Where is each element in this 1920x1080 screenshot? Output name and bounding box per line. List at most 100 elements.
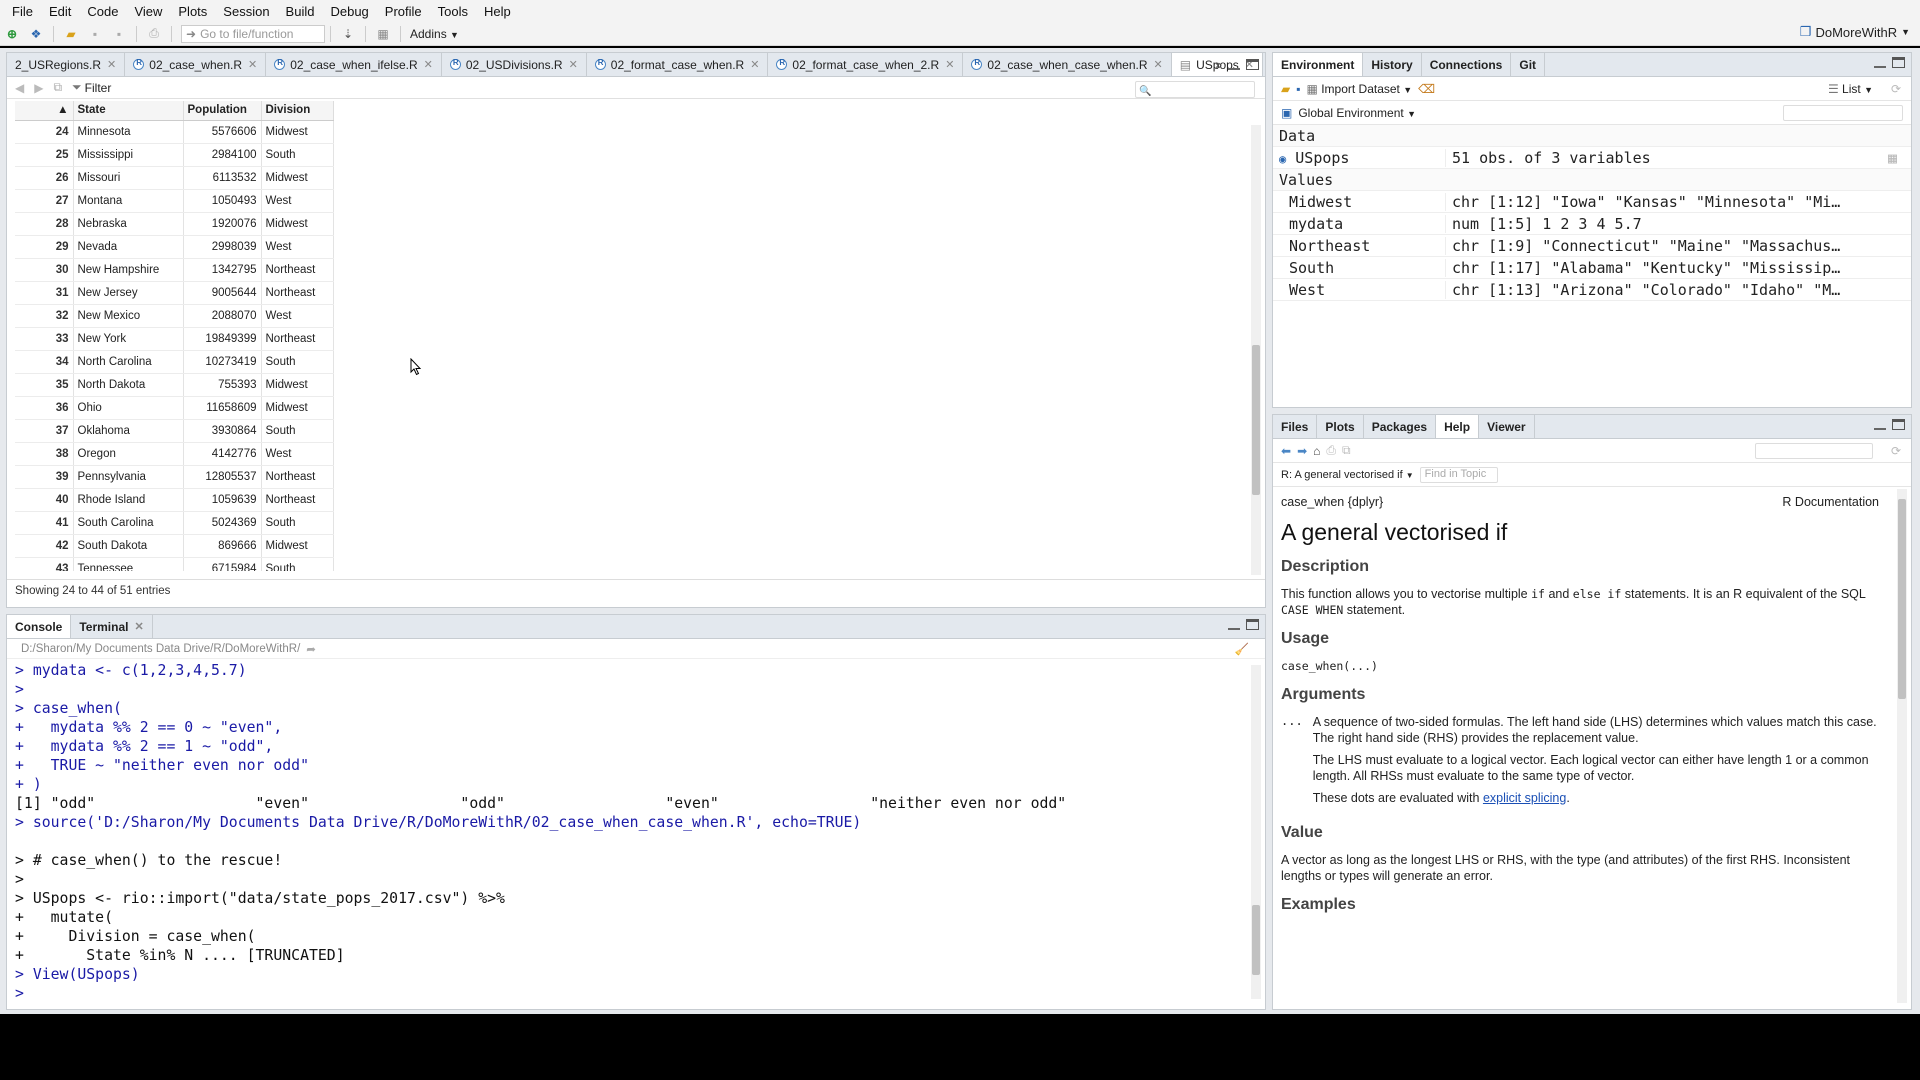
table-row[interactable]: 40 Rhode Island 1059639 Northeast (15, 488, 334, 512)
table-row[interactable]: 36 Ohio 11658609 Midwest (15, 396, 334, 420)
close-icon[interactable]: ✕ (424, 58, 433, 71)
popout-icon[interactable]: ⧉ (53, 80, 62, 95)
view-search-input[interactable]: 🔍 (1135, 81, 1255, 98)
table-row[interactable]: 33 New York 19849399 Northeast (15, 327, 334, 351)
help-search-input[interactable] (1755, 442, 1873, 459)
menu-build[interactable]: Build (278, 4, 323, 19)
tab-case-when-ifelse[interactable]: 02_case_when_ifelse.R ✕ (266, 53, 442, 76)
tab-help[interactable]: Help (1436, 415, 1480, 438)
topic-selector[interactable]: R: A general vectorised if ▼ (1281, 469, 1414, 481)
menu-code[interactable]: Code (79, 4, 126, 19)
menu-profile[interactable]: Profile (377, 4, 430, 19)
new-file-icon[interactable]: ⊕ (3, 26, 21, 42)
minimize-icon[interactable] (1874, 420, 1886, 430)
tab-console[interactable]: Console (7, 615, 72, 638)
close-icon[interactable]: ✕ (1154, 58, 1163, 71)
goto-dir-icon[interactable]: ➦ (306, 642, 316, 656)
project-menu[interactable]: ❒ DoMoreWithR ▼ (1800, 24, 1910, 40)
tab-format-case-when-2[interactable]: 02_format_case_when_2.R ✕ (768, 53, 964, 76)
tab-git[interactable]: Git (1511, 53, 1546, 76)
menu-view[interactable]: View (126, 4, 170, 19)
save-icon[interactable]: ▪ (86, 26, 104, 42)
table-row[interactable]: 37 Oklahoma 3930864 South (15, 419, 334, 443)
table-row[interactable]: 25 Mississippi 2984100 South (15, 143, 334, 167)
explicit-splicing-link[interactable]: explicit splicing (1483, 791, 1566, 805)
close-icon[interactable]: ✕ (107, 58, 116, 71)
env-data-row[interactable]: ◉ USpops 51 obs. of 3 variables ▦ (1273, 147, 1911, 169)
table-row[interactable]: 31 New Jersey 9005644 Northeast (15, 281, 334, 305)
close-icon[interactable]: ✕ (248, 58, 257, 71)
open-folder-icon[interactable]: ▰ (1281, 82, 1290, 96)
tab-files[interactable]: Files (1273, 415, 1318, 438)
table-row[interactable]: 34 North Carolina 10273419 South (15, 350, 334, 374)
env-value-row[interactable]: mydata num [1:5] 1 2 3 4 5.7 (1273, 213, 1911, 235)
forward-icon[interactable]: ➡ (1297, 444, 1307, 458)
home-icon[interactable]: ⌂ (1313, 444, 1320, 458)
menu-tools[interactable]: Tools (430, 4, 476, 19)
addins-menu[interactable]: Addins ▼ (410, 27, 459, 41)
vertical-scrollbar[interactable] (1251, 125, 1261, 575)
minimize-icon[interactable] (1874, 58, 1886, 68)
table-row[interactable]: 35 North Dakota 755393 Midwest (15, 373, 334, 397)
maximize-icon[interactable] (1892, 419, 1905, 430)
find-in-topic-input[interactable]: Find in Topic (1419, 466, 1498, 483)
tab-format-case-when[interactable]: 02_format_case_when.R ✕ (587, 53, 769, 76)
open-file-icon[interactable]: ▰ (62, 26, 80, 42)
menu-debug[interactable]: Debug (322, 4, 376, 19)
maximize-icon[interactable] (1246, 59, 1259, 70)
refresh-icon[interactable]: ⟳ (1891, 444, 1901, 458)
clear-console-icon[interactable]: 🧹 (1235, 642, 1249, 656)
env-value-row[interactable]: Midwest chr [1:12] "Iowa" "Kansas" "Minne… (1273, 191, 1911, 213)
print-icon[interactable]: ⎙ (1326, 443, 1336, 458)
list-view-toggle[interactable]: ☰ List ▼ (1828, 82, 1873, 96)
tab-packages[interactable]: Packages (1364, 415, 1437, 438)
save-all-icon[interactable]: ▪ (110, 26, 128, 42)
tab-viewer[interactable]: Viewer (1479, 415, 1535, 438)
table-row[interactable]: 42 South Dakota 869666 Midwest (15, 534, 334, 558)
maximize-icon[interactable] (1892, 57, 1905, 68)
refresh-icon[interactable]: ⟳ (1891, 82, 1901, 96)
tab-history[interactable]: History (1363, 53, 1422, 76)
menu-plots[interactable]: Plots (170, 4, 215, 19)
tab-case-when-case-when[interactable]: 02_case_when_case_when.R ✕ (963, 53, 1172, 76)
menu-file[interactable]: File (4, 4, 41, 19)
broom-icon[interactable]: ⌫ (1418, 82, 1435, 96)
column-header-population[interactable]: Population (183, 101, 262, 121)
new-project-icon[interactable]: ❖ (27, 26, 45, 42)
minimize-icon[interactable] (1228, 60, 1240, 70)
sort-icon[interactable]: ▲ (15, 101, 74, 121)
console-output[interactable]: > mydata <- c(1,2,3,4,5.7) > > case_when(+… (7, 659, 1265, 1003)
close-icon[interactable]: ✕ (945, 58, 954, 71)
table-row[interactable]: 30 New Hampshire 1342795 Northeast (15, 258, 334, 282)
tab-plots[interactable]: Plots (1317, 415, 1364, 438)
grid-layout-icon[interactable]: ▦ (374, 26, 392, 42)
filter-button[interactable]: ⏷ Filter (72, 80, 111, 95)
column-header-division[interactable]: Division (261, 101, 334, 121)
menu-edit[interactable]: Edit (41, 4, 79, 19)
back-icon[interactable]: ◀ (15, 81, 24, 95)
scrollbar-thumb[interactable] (1898, 499, 1906, 699)
table-row[interactable]: 27 Montana 1050493 West (15, 189, 334, 213)
vertical-scrollbar[interactable] (1251, 665, 1261, 999)
maximize-icon[interactable] (1246, 619, 1259, 630)
tab-environment[interactable]: Environment (1273, 53, 1364, 76)
more-tabs-icon[interactable]: » (1215, 57, 1222, 72)
env-value-row[interactable]: South chr [1:17] "Alabama" "Kentucky" "Mi… (1273, 257, 1911, 279)
column-header-state[interactable]: State (73, 101, 184, 121)
env-value-row[interactable]: Northeast chr [1:9] "Connecticut" "Maine"… (1273, 235, 1911, 257)
close-icon[interactable]: ✕ (569, 58, 578, 71)
table-row[interactable]: 32 New Mexico 2088070 West (15, 304, 334, 328)
scrollbar-thumb[interactable] (1252, 345, 1260, 495)
table-row[interactable]: 43 Tennessee 6715984 South (15, 557, 334, 571)
forward-icon[interactable]: ▶ (34, 81, 43, 95)
table-row[interactable]: 24 Minnesota 5576606 Midwest (15, 120, 334, 144)
env-value-row[interactable]: West chr [1:13] "Arizona" "Colorado" "Ida… (1273, 279, 1911, 301)
back-icon[interactable]: ⬅ (1281, 444, 1291, 458)
table-row[interactable]: 26 Missouri 6113532 Midwest (15, 166, 334, 190)
import-dataset-button[interactable]: ▦ Import Dataset ▼ (1307, 82, 1413, 96)
view-table-icon[interactable]: ▦ (1888, 149, 1897, 167)
close-icon[interactable]: ✕ (134, 620, 143, 633)
table-row[interactable]: 38 Oregon 4142776 West (15, 442, 334, 466)
print-icon[interactable]: ⎙ (145, 26, 163, 42)
expand-icon[interactable]: ◉ (1279, 152, 1286, 166)
